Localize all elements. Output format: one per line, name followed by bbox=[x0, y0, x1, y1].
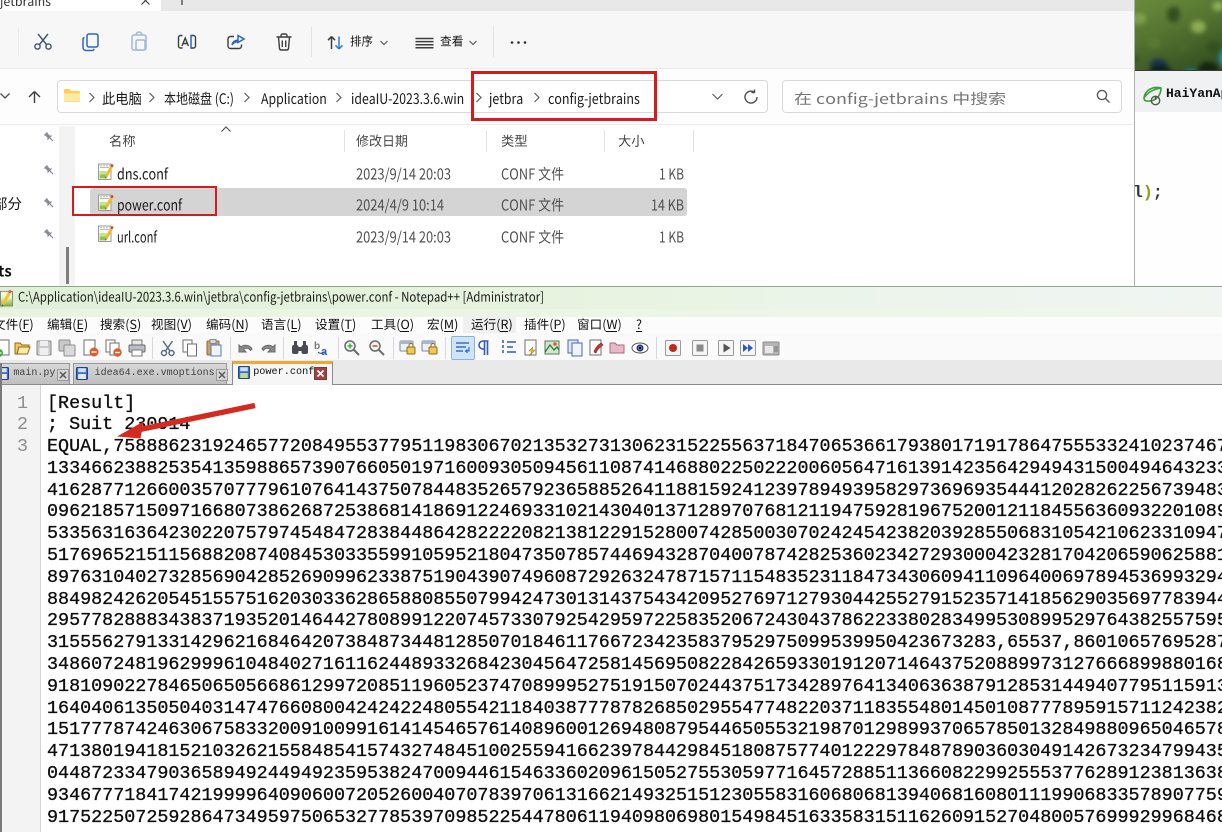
svg-text:b: b bbox=[314, 341, 320, 352]
